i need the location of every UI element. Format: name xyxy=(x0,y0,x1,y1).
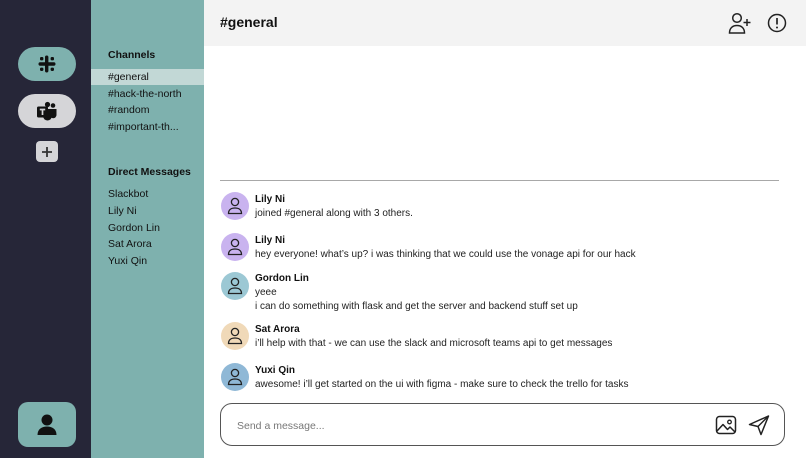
avatar[interactable] xyxy=(221,192,249,220)
message-author[interactable]: Gordon Lin xyxy=(255,273,309,284)
workspace-teams-button[interactable] xyxy=(18,94,76,128)
user-icon xyxy=(37,414,57,435)
message-text: i can do something with flask and get th… xyxy=(255,301,578,312)
avatar[interactable] xyxy=(221,233,249,261)
message-input[interactable] xyxy=(235,416,699,436)
add-user-icon[interactable] xyxy=(728,11,752,35)
sidebar-dm-gordon-lin[interactable]: Gordon Lin xyxy=(91,220,204,236)
dm-section-title: Direct Messages xyxy=(108,166,191,178)
sidebar-channel-important[interactable]: #important-th... xyxy=(91,119,204,135)
channel-title: #general xyxy=(220,14,278,30)
user-icon xyxy=(227,277,243,295)
workspace-slack-button[interactable] xyxy=(18,47,76,81)
sidebar-dm-yuxi-qin[interactable]: Yuxi Qin xyxy=(91,253,204,269)
profile-button[interactable] xyxy=(18,402,76,447)
plus-icon xyxy=(42,146,52,157)
channel-header: #general xyxy=(204,0,806,46)
sidebar-dm-slackbot[interactable]: Slackbot xyxy=(91,186,204,202)
avatar[interactable] xyxy=(221,363,249,391)
user-icon xyxy=(227,197,243,215)
alert-icon[interactable] xyxy=(766,12,788,34)
message-composer xyxy=(220,403,785,446)
image-icon[interactable] xyxy=(714,413,738,437)
message-text: joined #general along with 3 others. xyxy=(255,208,413,219)
sidebar-channel-random[interactable]: #random xyxy=(91,102,204,118)
avatar[interactable] xyxy=(221,272,249,300)
message-text: i’ll help with that - we can use the sla… xyxy=(255,338,613,349)
message-author[interactable]: Lily Ni xyxy=(255,194,285,205)
message-author[interactable]: Lily Ni xyxy=(255,235,285,246)
slack-logo-icon xyxy=(38,55,56,73)
message-author[interactable]: Sat Arora xyxy=(255,324,300,335)
add-workspace-button[interactable] xyxy=(36,141,58,162)
message-text: awesome! i’ll get started on the ui with… xyxy=(255,379,629,390)
message-text: yeee xyxy=(255,287,277,298)
message-author[interactable]: Yuxi Qin xyxy=(255,365,295,376)
message-text: hey everyone! what’s up? i was thinking … xyxy=(255,249,636,260)
sidebar-channel-general[interactable]: #general xyxy=(91,69,204,85)
avatar[interactable] xyxy=(221,322,249,350)
sidebar-channel-hack-the-north[interactable]: #hack-the-north xyxy=(91,86,204,102)
user-icon xyxy=(227,327,243,345)
sidebar-dm-lily-ni[interactable]: Lily Ni xyxy=(91,203,204,219)
sidebar-dm-sat-arora[interactable]: Sat Arora xyxy=(91,236,204,252)
channel-sidebar: Channels #general #hack-the-north #rando… xyxy=(91,0,204,458)
send-icon[interactable] xyxy=(747,413,771,437)
teams-logo-icon xyxy=(37,101,57,121)
workspace-rail xyxy=(0,0,91,458)
user-icon xyxy=(227,368,243,386)
message-divider xyxy=(220,180,779,181)
channels-section-title: Channels xyxy=(108,49,156,61)
user-icon xyxy=(227,238,243,256)
